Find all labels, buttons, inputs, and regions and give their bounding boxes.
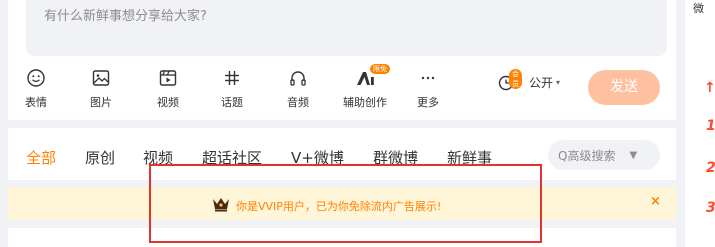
tab-original[interactable]: 原创 [85, 147, 115, 168]
vip-badge: 会员 [509, 69, 522, 89]
advanced-search-label: Q高级搜索 [558, 148, 616, 163]
more-label: 更多 [417, 96, 439, 109]
hashtag-icon [210, 68, 254, 90]
tab-all[interactable]: 全部 [26, 147, 56, 168]
rank-2: 2 [706, 160, 715, 176]
advanced-search-button[interactable]: Q高级搜索 ▼ [548, 140, 660, 170]
caret-down-icon: ▼ [629, 149, 638, 161]
caret-down-icon: ▾ [556, 77, 561, 87]
emoji-button[interactable]: 表情 [14, 68, 58, 110]
rank-3: 3 [706, 200, 715, 216]
post-input[interactable]: 有什么新鲜事想分享给大家? [26, 0, 667, 56]
rank-1: 1 [706, 118, 715, 134]
free-badge: 限免 [370, 64, 390, 74]
arrow-up-icon: ↑ [704, 80, 715, 96]
ai-assist-button[interactable]: 限免 辅助创作 [340, 64, 390, 110]
audio-button[interactable]: 音频 [276, 68, 320, 110]
topic-label: 话题 [221, 96, 243, 109]
video-label: 视频 [157, 96, 179, 109]
image-label: 图片 [90, 96, 112, 109]
topic-button[interactable]: 话题 [210, 68, 254, 110]
emoji-label: 表情 [25, 96, 47, 109]
video-button[interactable]: 视频 [146, 68, 190, 110]
sidebar-title: 微 [693, 2, 704, 15]
more-button[interactable]: 更多 [406, 68, 450, 110]
emoji-icon [14, 68, 58, 90]
post-input-placeholder: 有什么新鲜事想分享给大家? [44, 9, 207, 24]
send-button[interactable]: 发送 [588, 70, 660, 105]
headphones-icon [276, 68, 320, 90]
ai-assist-label: 辅助创作 [343, 96, 387, 109]
highlight-box [149, 164, 542, 243]
schedule-icon: 会员 [497, 69, 522, 92]
visibility-select[interactable]: 会员 公开 ▾ [497, 69, 561, 92]
image-icon [79, 68, 123, 90]
visibility-label: 公开 [529, 75, 554, 90]
image-button[interactable]: 图片 [79, 68, 123, 110]
close-icon[interactable]: × [650, 194, 661, 209]
audio-label: 音频 [287, 96, 309, 109]
more-icon [406, 68, 450, 90]
video-icon [146, 68, 190, 90]
